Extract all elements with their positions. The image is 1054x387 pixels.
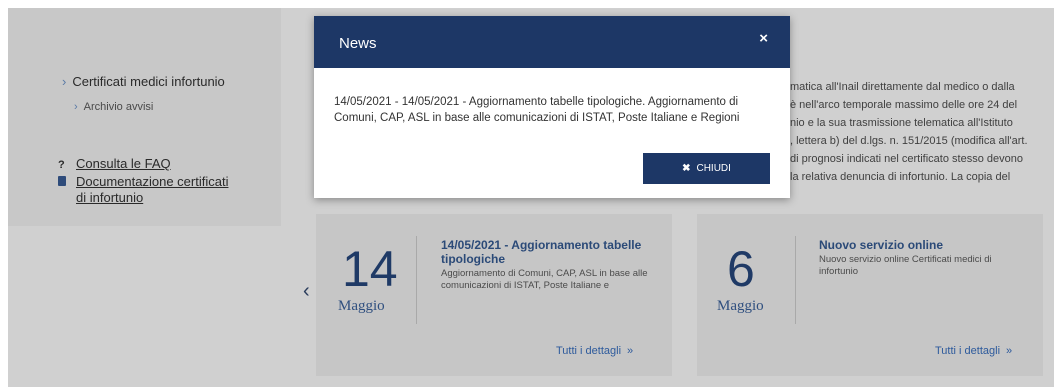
news-modal: News × 14/05/2021 - 14/05/2021 - Aggiorn… [314, 16, 790, 198]
sidebar-item-label: Archivio avvisi [83, 101, 154, 113]
modal-body: 14/05/2021 - 14/05/2021 - Aggiornamento … [334, 96, 740, 124]
news-month: Maggio [717, 298, 764, 314]
news-day: 14 [342, 241, 398, 297]
faq-label: Consulta le FAQ [76, 156, 171, 171]
intro-text-line: matica all'Inail direttamente dal medico… [790, 81, 1015, 93]
documentation-link[interactable]: Documentazione certificati di infortunio [58, 174, 236, 206]
close-button[interactable]: ✖ CHIUDI [643, 153, 770, 184]
close-icon: ✖ [682, 163, 691, 174]
news-title[interactable]: 14/05/2021 - Aggiornamento tabelle tipol… [441, 238, 661, 266]
news-description: Nuovo servizio online Certificati medici… [819, 254, 992, 277]
intro-text-line: di prognosi indicati nel certificato ste… [790, 153, 1023, 165]
sidebar: › Certificati medici infortunio › Archivio… [8, 8, 281, 226]
chevron-right-icon: › [74, 101, 78, 113]
intro-text-line: nio e la sua trasmissione telematica all… [790, 117, 1013, 129]
news-description: Aggiornamento di Comuni, CAP, ASL in bas… [441, 268, 648, 291]
modal-title: News [339, 35, 377, 52]
details-link[interactable]: Tutti i dettagli » [556, 345, 633, 357]
faq-link[interactable]: ? Consulta le FAQ [58, 156, 171, 171]
chevron-right-icon: › [62, 74, 67, 89]
intro-text-line: , lettera b) del d.lgs. n. 151/2015 (mod… [790, 135, 1028, 147]
news-month: Maggio [338, 298, 385, 314]
details-label: Tutti i dettagli [556, 345, 622, 357]
close-button-label: CHIUDI [696, 163, 731, 174]
details-link[interactable]: Tutti i dettagli » [935, 345, 1012, 357]
intro-text-line: la relativa denuncia di infortunio. La c… [790, 171, 1011, 183]
news-title[interactable]: Nuovo servizio online [819, 238, 1019, 252]
details-label: Tutti i dettagli [935, 345, 1001, 357]
sidebar-item-archivio[interactable]: › Archivio avvisi [74, 101, 153, 113]
book-icon [58, 176, 66, 186]
intro-text-line: è nell'arco temporale massimo delle ore … [790, 99, 1018, 111]
news-card[interactable]: 6 Maggio Nuovo servizio online Nuovo ser… [697, 214, 1043, 376]
sidebar-item-label: Certificati medici infortunio [72, 74, 225, 89]
close-icon[interactable]: × [759, 30, 768, 47]
divider [795, 236, 796, 324]
double-chevron-icon: » [1006, 345, 1013, 357]
carousel-prev-icon[interactable]: ‹ [303, 280, 310, 303]
intro-text: matica all'Inail direttamente dal medico… [790, 78, 1052, 186]
news-day: 6 [727, 241, 755, 297]
documentation-label: Documentazione certificati di infortunio [76, 174, 229, 205]
question-icon: ? [58, 159, 65, 171]
sidebar-item-certificati[interactable]: › Certificati medici infortunio [62, 74, 225, 89]
double-chevron-icon: » [627, 345, 634, 357]
divider [416, 236, 417, 324]
news-card[interactable]: 14 Maggio 14/05/2021 - Aggiornamento tab… [316, 214, 672, 376]
modal-header: News × [314, 16, 790, 68]
